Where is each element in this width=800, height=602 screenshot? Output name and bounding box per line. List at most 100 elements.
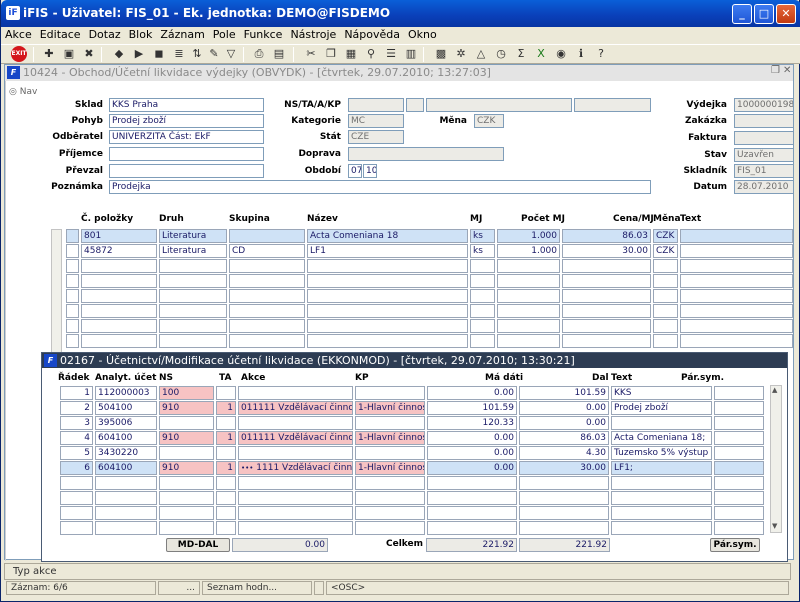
ledger-cell-ucet[interactable]: 504100 xyxy=(95,401,157,415)
field-obdobi-mesic[interactable]: 07 xyxy=(348,164,362,178)
item-cell-druh[interactable] xyxy=(159,319,227,333)
ledger-cell-ucet[interactable] xyxy=(95,491,157,505)
ledger-cell-text[interactable] xyxy=(611,476,712,490)
nav-toggle[interactable]: ◎ Nav xyxy=(9,87,39,101)
item-cell-mena[interactable] xyxy=(653,334,678,348)
close-window-icon[interactable]: ✕ xyxy=(783,65,791,76)
cut-icon[interactable]: ✂ xyxy=(303,46,319,62)
ledger-cell-text[interactable]: Acta Comeniana 18; xyxy=(611,431,712,445)
item-cell-nazev[interactable]: LF1 xyxy=(307,244,468,258)
item-cell-cislo[interactable] xyxy=(81,319,157,333)
item-cell-druh[interactable] xyxy=(159,274,227,288)
ledger-cell-par[interactable] xyxy=(714,416,764,430)
item-cell-cislo[interactable] xyxy=(81,274,157,288)
field-kp[interactable] xyxy=(574,98,651,112)
item-cell-nazev[interactable] xyxy=(307,334,468,348)
scroll-down-icon[interactable]: ▼ xyxy=(772,522,777,530)
item-cell-text[interactable] xyxy=(680,334,793,348)
ledger-cell-kp[interactable] xyxy=(355,491,425,505)
item-cell-cena[interactable] xyxy=(562,334,651,348)
item-cell-mena[interactable] xyxy=(653,304,678,318)
item-cell-cena[interactable] xyxy=(562,274,651,288)
sort-icon[interactable]: ⇅ xyxy=(189,46,205,62)
item-cell-text[interactable] xyxy=(680,289,793,303)
field-pohyb[interactable]: Prodej zboží xyxy=(109,114,264,128)
menu-funkce[interactable]: Funkce xyxy=(240,27,287,41)
ledger-cell-ns[interactable]: 100 xyxy=(159,386,214,400)
item-cell-text[interactable] xyxy=(680,229,793,243)
print-setup-icon[interactable]: ▤ xyxy=(271,46,287,62)
item-cell-skupina[interactable]: CD xyxy=(229,244,305,258)
field-prevzal[interactable] xyxy=(109,164,264,178)
field-sklad[interactable]: KKS Praha xyxy=(109,98,264,112)
ledger-cell-akce[interactable] xyxy=(238,506,353,520)
edit-icon[interactable]: ✎ xyxy=(206,46,222,62)
insert-record-icon[interactable]: ✚ xyxy=(41,46,57,62)
field-mena[interactable]: CZK xyxy=(474,114,504,128)
row-indicator[interactable] xyxy=(66,289,79,303)
item-cell-mena[interactable] xyxy=(653,259,678,273)
filter-icon[interactable]: ▽ xyxy=(223,46,239,62)
item-cell-druh[interactable]: Literatura xyxy=(159,229,227,243)
ledger-cell-text[interactable]: Prodej zboží xyxy=(611,401,712,415)
field-zakazka[interactable] xyxy=(734,114,794,128)
ledger-cell-ns[interactable] xyxy=(159,476,214,490)
ledger-cell-dal[interactable] xyxy=(519,476,609,490)
ledger-cell-kp[interactable] xyxy=(355,386,425,400)
item-cell-cena[interactable] xyxy=(562,259,651,273)
ledger-cell-ta[interactable] xyxy=(216,476,236,490)
lov-indicator[interactable]: ••• xyxy=(241,464,253,472)
ledger-cell-par[interactable] xyxy=(714,446,764,460)
item-cell-pocet[interactable] xyxy=(497,319,560,333)
help-icon[interactable]: ? xyxy=(593,46,609,62)
item-cell-cena[interactable]: 86.03 xyxy=(562,229,651,243)
ledger-cell-ta[interactable] xyxy=(216,521,236,535)
ledger-cell-par[interactable] xyxy=(714,506,764,520)
ledger-cell-text[interactable] xyxy=(611,491,712,505)
item-cell-nazev[interactable] xyxy=(307,289,468,303)
ledger-cell-par[interactable] xyxy=(714,401,764,415)
item-cell-cislo[interactable] xyxy=(81,259,157,273)
ledger-scrollbar[interactable]: ▲ ▼ xyxy=(770,385,782,533)
ledger-cell-par[interactable] xyxy=(714,521,764,535)
menu-napoveda[interactable]: Nápověda xyxy=(340,27,404,41)
ledger-cell-ta[interactable]: 1 xyxy=(216,431,236,445)
ledger-cell-par[interactable] xyxy=(714,431,764,445)
ledger-cell-radek[interactable] xyxy=(60,521,93,535)
query-icon[interactable]: ◆ xyxy=(111,46,127,62)
execute-query-icon[interactable]: ▶ xyxy=(131,46,147,62)
menu-zaznam[interactable]: Záznam xyxy=(156,27,208,41)
find-icon[interactable]: ⚲ xyxy=(363,46,379,62)
ledger-cell-akce[interactable] xyxy=(238,416,353,430)
ledger-cell-dal[interactable]: 101.59 xyxy=(519,386,609,400)
ledger-cell-ns[interactable] xyxy=(159,416,214,430)
item-cell-pocet[interactable] xyxy=(497,259,560,273)
item-cell-druh[interactable] xyxy=(159,304,227,318)
paste-icon[interactable]: ▦ xyxy=(343,46,359,62)
field-obdobi-rok[interactable]: 10 xyxy=(363,164,377,178)
ledger-cell-dal[interactable]: 0.00 xyxy=(519,401,609,415)
ledger-cell-ucet[interactable]: 395006 xyxy=(95,416,157,430)
mddal-button[interactable]: MD-DAL xyxy=(166,538,230,552)
ledger-cell-radek[interactable]: 6 xyxy=(60,461,93,475)
item-cell-text[interactable] xyxy=(680,274,793,288)
ledger-cell-dal[interactable]: 4.30 xyxy=(519,446,609,460)
restore-window-icon[interactable]: ❐ xyxy=(771,65,780,76)
ledger-cell-dal[interactable]: 86.03 xyxy=(519,431,609,445)
ledger-cell-madati[interactable]: 120.33 xyxy=(427,416,517,430)
ledger-cell-text[interactable] xyxy=(611,416,712,430)
count-icon[interactable]: ≣ xyxy=(171,46,187,62)
ledger-cell-madati[interactable]: 0.00 xyxy=(427,386,517,400)
item-cell-text[interactable] xyxy=(680,259,793,273)
ledger-cell-ta[interactable] xyxy=(216,386,236,400)
ledger-cell-kp[interactable] xyxy=(355,521,425,535)
ledger-cell-akce[interactable] xyxy=(238,521,353,535)
ledger-cell-ucet[interactable] xyxy=(95,521,157,535)
field-ns[interactable] xyxy=(348,98,404,112)
ledger-cell-ns[interactable] xyxy=(159,491,214,505)
item-cell-mj[interactable] xyxy=(470,274,495,288)
ledger-cell-madati[interactable]: 0.00 xyxy=(427,461,517,475)
ledger-cell-madati[interactable]: 101.59 xyxy=(427,401,517,415)
ledger-cell-dal[interactable]: 30.00 xyxy=(519,461,609,475)
ledger-cell-ns[interactable]: 910 xyxy=(159,401,214,415)
